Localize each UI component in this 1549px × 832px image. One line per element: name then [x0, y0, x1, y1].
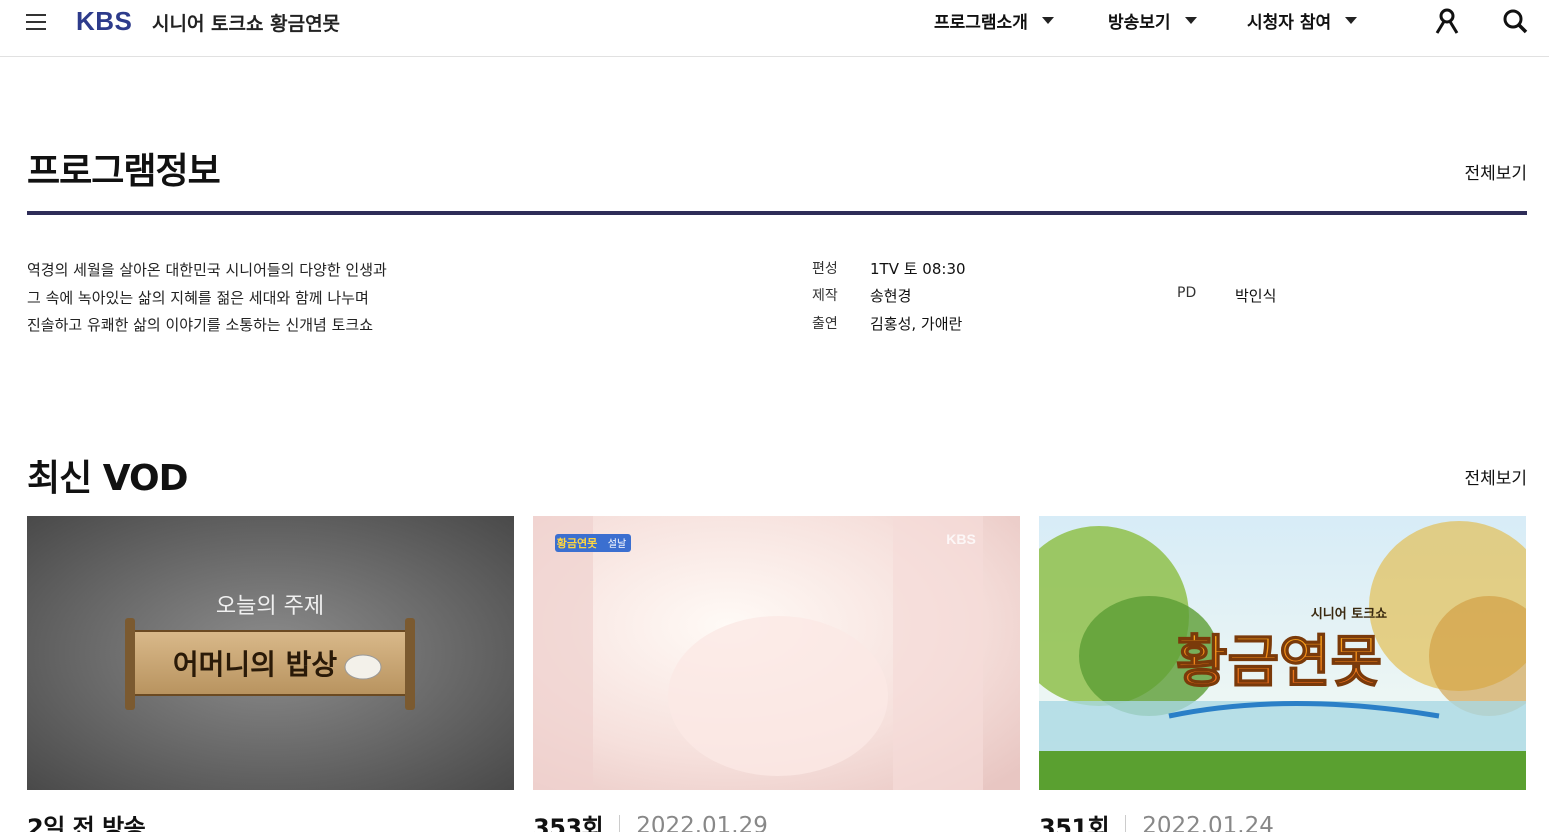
- info-producer: 제작 송현경: [812, 285, 911, 306]
- vod-episode: 351회: [1039, 814, 1110, 832]
- site-header: KBS 시니어 토크쇼 황금연못 프로그램소개 방송보기 시청자 참여: [0, 0, 1549, 57]
- info-label: 출연: [812, 316, 838, 332]
- thumb-top-text: 오늘의 주제: [216, 594, 324, 619]
- chevron-down-icon: [1345, 17, 1358, 24]
- vod-thumbnail[interactable]: 시니어 토크쇼 황금연못: [1039, 516, 1526, 790]
- nav-label: 시청자 참여: [1247, 13, 1332, 33]
- thumb-watermark: KBS: [946, 531, 976, 547]
- description-line: 역경의 세월을 살아온 대한민국 시니어들의 다양한 인생과: [27, 261, 387, 279]
- info-value: 김홍성, 가애란: [870, 315, 963, 333]
- menu-icon[interactable]: [26, 11, 48, 33]
- thumbnail-image: 시니어 토크쇼 황금연못: [1039, 516, 1526, 790]
- thumb-badge-a: 황금연못: [557, 536, 597, 550]
- nav-label: 프로그램소개: [934, 13, 1028, 33]
- vod-section-title: 최신 VOD: [27, 458, 188, 499]
- vod-meta: 2일 전 방송: [27, 808, 514, 832]
- vod-date: 2022.01.24: [1142, 812, 1274, 832]
- vod-see-all[interactable]: 전체보기: [1464, 464, 1527, 489]
- thumbnail-image: 황금연못 설날 KBS: [533, 516, 1020, 790]
- chevron-down-icon: [1041, 17, 1054, 24]
- thumb-big-text: 황금연못: [1176, 630, 1382, 695]
- info-value: 1TV 토 08:30: [870, 260, 966, 278]
- user-icon[interactable]: [1434, 8, 1460, 34]
- info-cast: 출연 김홍성, 가애란: [812, 313, 962, 334]
- program-info-see-all[interactable]: 전체보기: [1464, 159, 1527, 184]
- chevron-down-icon: [1184, 17, 1197, 24]
- thumb-badge-b: 설날: [608, 538, 626, 550]
- thumb-scroll-text: 어머니의 밥상: [173, 648, 338, 681]
- thumb-small-text: 시니어 토크쇼: [1311, 606, 1387, 622]
- program-title[interactable]: 시니어 토크쇼 황금연못: [152, 9, 340, 36]
- info-schedule: 편성 1TV 토 08:30: [812, 258, 966, 279]
- vod-meta: 351회 2022.01.24: [1039, 808, 1526, 832]
- nav-viewer-participation[interactable]: 시청자 참여: [1247, 8, 1358, 33]
- kbs-logo[interactable]: KBS: [76, 6, 132, 37]
- program-info-title: 프로그램정보: [27, 151, 221, 192]
- meta-divider: [619, 814, 621, 832]
- vod-card[interactable]: 시니어 토크쇼 황금연못 351회 2022.01.24: [1039, 516, 1526, 832]
- info-value: 박인식: [1235, 287, 1277, 305]
- program-description: 역경의 세월을 살아온 대한민국 시니어들의 다양한 인생과 그 속에 녹아있는…: [27, 257, 387, 340]
- info-label: 제작: [812, 288, 838, 304]
- nav-label: 방송보기: [1108, 13, 1171, 33]
- info-label: PD: [1177, 285, 1197, 301]
- meta-divider: [1125, 814, 1127, 832]
- nav-program-intro[interactable]: 프로그램소개: [934, 8, 1054, 33]
- vod-card[interactable]: 황금연못 설날 KBS 353회 2022.01.29: [533, 516, 1020, 832]
- vod-episode: 353회: [533, 814, 604, 832]
- vod-thumbnail[interactable]: 황금연못 설날 KBS: [533, 516, 1020, 790]
- description-line: 진솔하고 유쾌한 삶의 이야기를 소통하는 신개념 토크쇼: [27, 316, 374, 334]
- search-icon[interactable]: [1502, 8, 1528, 34]
- vod-thumbnail[interactable]: 오늘의 주제 어머니의 밥상: [27, 516, 514, 790]
- nav-watch[interactable]: 방송보기: [1108, 8, 1197, 33]
- description-line: 그 속에 녹아있는 삶의 지혜를 젊은 세대와 함께 나누며: [27, 288, 369, 307]
- info-value: 송현경: [870, 287, 912, 305]
- section-divider: [27, 211, 1527, 215]
- info-label: 편성: [812, 261, 838, 277]
- info-pd: PD 박인식: [1177, 285, 1276, 306]
- vod-card[interactable]: 오늘의 주제 어머니의 밥상 2일 전 방송: [27, 516, 514, 832]
- vod-meta: 353회 2022.01.29: [533, 808, 1020, 832]
- vod-episode: 2일 전 방송: [27, 814, 146, 832]
- vod-date: 2022.01.29: [636, 812, 768, 832]
- thumbnail-image: 오늘의 주제 어머니의 밥상: [27, 516, 514, 790]
